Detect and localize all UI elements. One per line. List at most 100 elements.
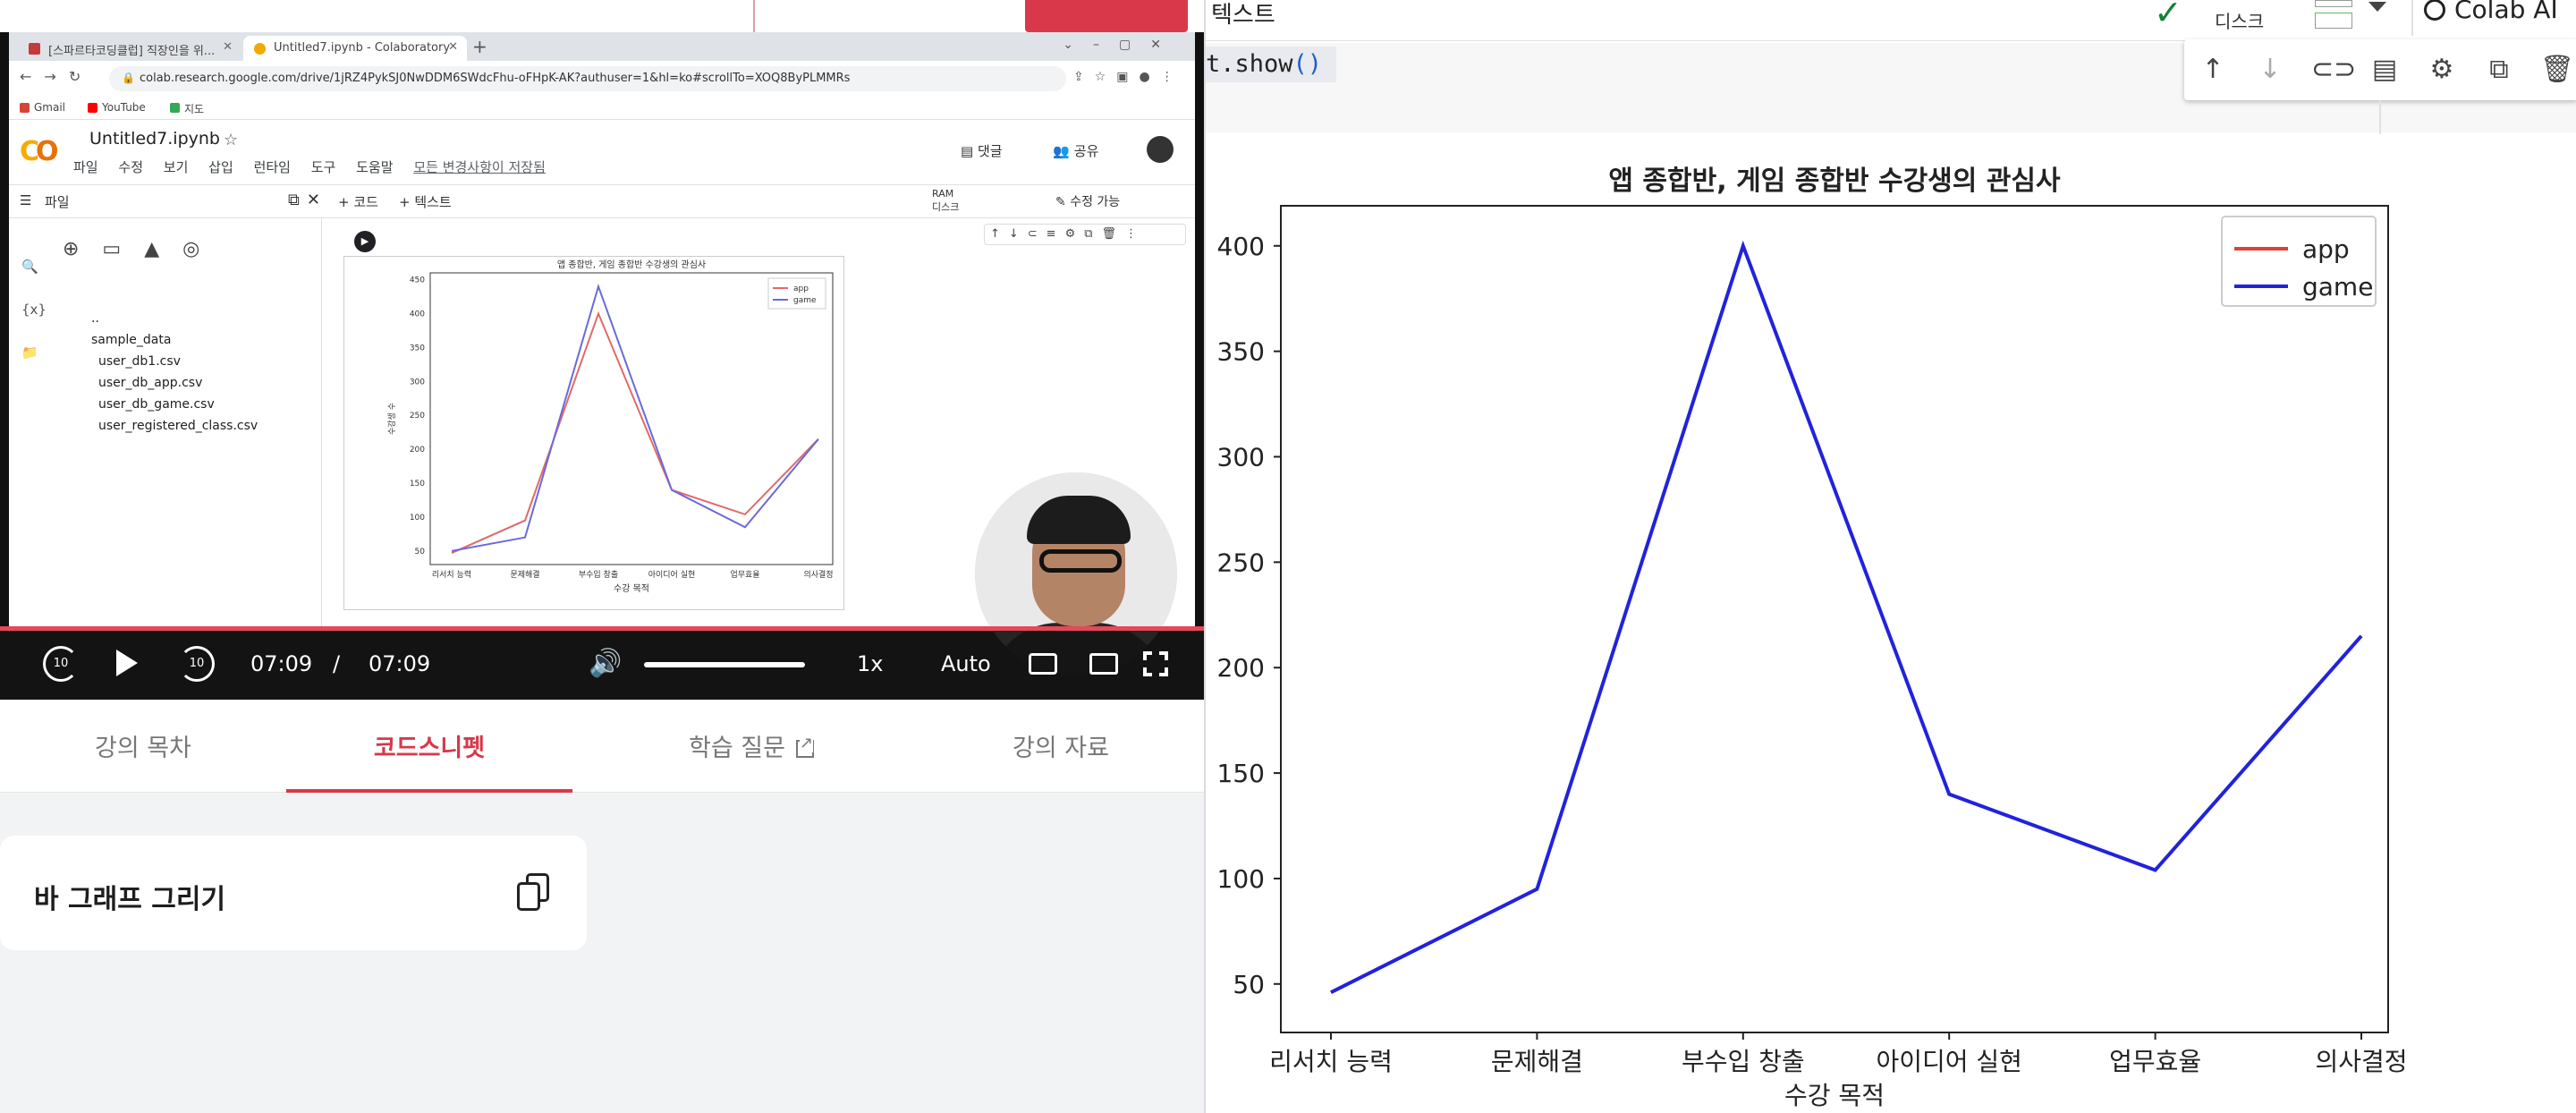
mini-y-tick-label: 350 xyxy=(410,344,425,353)
mini-y-tick-label: 50 xyxy=(415,548,426,556)
play-button[interactable] xyxy=(116,650,138,676)
tab-code-snippet[interactable]: 코드스니펫 xyxy=(286,700,572,793)
chart-svg: 앱 종합반, 게임 종합반 수강생의 관심사 50 100 150 200 250 300 3… xyxy=(1217,166,2408,1110)
legend-label-app: app xyxy=(2302,234,2350,264)
progress-fill xyxy=(0,626,1204,631)
mini-x-axis-label: 수강 목적 xyxy=(614,583,649,594)
mirror-cell-icon[interactable]: ⧉ xyxy=(2483,54,2515,86)
add-text-label: + 텍스트 xyxy=(399,194,452,210)
y-tick-label: 50 xyxy=(1233,970,1265,999)
colab-zoomed-pane: 텍스트 ✓ 디스크 Colab AI t.show() ↑ ↓ ⊂⊃ ▤ ⚙ ⧉… xyxy=(1204,0,2576,1113)
file-actions-icon: ⊕▭▲◎ xyxy=(63,238,224,260)
menu-file: 파일 xyxy=(73,159,98,175)
x-tick-label: 문제해결 xyxy=(1491,1047,1583,1076)
volume-slider[interactable] xyxy=(644,662,805,667)
rewind-10-button[interactable]: 10 xyxy=(43,646,79,682)
settings-icon[interactable]: ⚙ xyxy=(2426,54,2458,86)
fullscreen-icon[interactable] xyxy=(1141,650,1170,678)
snippet-area: 바 그래프 그리기 xyxy=(0,793,1204,1113)
cell-tools-icon: ↑↓⊂≡⚙⧉🗑⋮ xyxy=(984,224,1186,245)
disk-label: 디스크 xyxy=(932,201,960,213)
mini-x-tick-label: 의사결정 xyxy=(803,570,833,580)
x-tick-label: 업무효율 xyxy=(2109,1047,2201,1076)
menu-help: 도움말 xyxy=(356,159,394,175)
star-icon: ☆ xyxy=(224,131,239,149)
comment-icon[interactable]: ▤ xyxy=(2368,54,2401,86)
code-line[interactable]: t.show() xyxy=(1206,47,1336,82)
mini-y-tick-label: 250 xyxy=(410,412,425,421)
speed-button[interactable]: 1x xyxy=(857,651,883,676)
legend-label-game: game xyxy=(2302,272,2373,302)
lock-icon: 🔒 xyxy=(122,72,135,84)
close-icon: ✕ xyxy=(448,40,458,54)
edit-mode-label: ✎ 수정 가능 xyxy=(1055,195,1121,209)
cell-toolbar: ↑ ↓ ⊂⊃ ▤ ⚙ ⧉ 🗑 xyxy=(2184,39,2576,100)
chevron-down-icon[interactable] xyxy=(2368,2,2386,12)
ram-disk-indicator: RAM 디스크 xyxy=(932,187,959,214)
quality-button[interactable]: Auto xyxy=(941,651,991,676)
file-item: user_db1.csv xyxy=(98,354,181,369)
check-icon: ✓ xyxy=(2154,0,2182,32)
file-browser-panel: 🔍 {x} 📁 ⊕▭▲◎ .. sample_data user_db1.csv… xyxy=(9,218,322,632)
colab-ai-button[interactable]: Colab AI xyxy=(2424,0,2558,24)
divider xyxy=(2411,0,2413,36)
run-cell-icon: ▶ xyxy=(354,231,376,252)
lesson-tabs: 강의 목차 코드스니펫 학습 질문 강의 자료 xyxy=(0,700,1204,793)
new-tab-icon: + xyxy=(472,36,487,57)
screen-root: [스파르타코딩클럽] 직장인을 위... ✕ Untitled7.ipynb -… xyxy=(0,0,2576,1113)
colab-ai-icon xyxy=(2424,0,2445,21)
folder-item: sample_data xyxy=(91,333,172,347)
saved-status: 모든 변경사항이 저장됨 xyxy=(413,159,546,175)
menu-insert: 삽입 xyxy=(208,159,233,175)
y-tick-label: 350 xyxy=(1217,337,1265,367)
snippet-title: 바 그래프 그리기 xyxy=(34,884,226,915)
avatar xyxy=(1147,136,1174,163)
mini-legend-label-game: game xyxy=(793,296,817,305)
y-tick-label: 100 xyxy=(1217,864,1265,894)
video-player[interactable]: [스파르타코딩클럽] 직장인을 위... ✕ Untitled7.ipynb -… xyxy=(0,0,1204,700)
progress-track[interactable] xyxy=(0,626,1204,631)
file-item: user_db_app.csv xyxy=(98,376,203,390)
forward-10-button[interactable]: 10 xyxy=(179,646,215,682)
panel-icons: ⧉✕ xyxy=(288,191,327,209)
x-tick-label: 아이디어 실현 xyxy=(1876,1047,2021,1076)
menu-runtime: 런타임 xyxy=(253,159,291,175)
tab-lesson-toc[interactable]: 강의 목차 xyxy=(0,700,286,793)
mini-y-tick-label: 200 xyxy=(410,446,425,455)
ram-bar xyxy=(2315,0,2352,7)
red-action-button[interactable] xyxy=(1025,0,1188,32)
move-down-icon[interactable]: ↓ xyxy=(2254,54,2286,86)
browser-tab-colab: Untitled7.ipynb - Colaboratory ✕ xyxy=(243,36,467,61)
url-text: colab.research.google.com/drive/1jRZ4Pyk… xyxy=(140,72,851,85)
mini-x-tick-label: 업무효율 xyxy=(730,570,759,580)
search-icon: 🔍 xyxy=(21,259,38,275)
page-top-strip xyxy=(0,0,1204,32)
time-separator: / xyxy=(333,651,341,676)
menu-icon: ☰ xyxy=(20,192,32,208)
browser-tab-strip: [스파르타코딩클럽] 직장인을 위... ✕ Untitled7.ipynb -… xyxy=(9,32,1195,61)
theater-mode-icon[interactable] xyxy=(1089,653,1118,675)
mini-legend-label-app: app xyxy=(793,285,809,293)
mini-x-tick-label: 아이디어 실현 xyxy=(648,570,696,580)
captions-icon[interactable] xyxy=(1029,653,1057,675)
sparta-favicon-icon xyxy=(29,43,40,55)
add-text-label[interactable]: 텍스트 xyxy=(1211,0,1275,30)
move-up-icon[interactable]: ↑ xyxy=(2197,54,2229,86)
copy-icon[interactable] xyxy=(517,873,549,911)
divider xyxy=(2379,100,2381,136)
snippet-card[interactable]: 바 그래프 그리기 xyxy=(0,836,587,950)
delete-icon[interactable]: 🗑 xyxy=(2540,54,2574,86)
tab-materials[interactable]: 강의 자료 xyxy=(918,700,1204,793)
link-icon[interactable]: ⊂⊃ xyxy=(2311,54,2356,86)
colab-top-toolbar: 텍스트 ✓ 디스크 Colab AI xyxy=(1206,0,2576,41)
mini-y-tick-label: 150 xyxy=(410,480,425,489)
bookmark-maps: 지도 xyxy=(170,101,204,116)
menu-view: 보기 xyxy=(163,159,189,175)
gmail-icon xyxy=(20,103,30,113)
comment-label: ▤ 댓글 xyxy=(961,143,1003,159)
tab-qna[interactable]: 학습 질문 xyxy=(608,700,894,793)
mini-y-tick-label: 100 xyxy=(410,514,425,523)
volume-icon[interactable]: 🔊 xyxy=(589,648,622,679)
window-controls-icon: ⌄–▢✕ xyxy=(1063,38,1181,52)
bookmark-youtube: YouTube xyxy=(88,101,146,114)
